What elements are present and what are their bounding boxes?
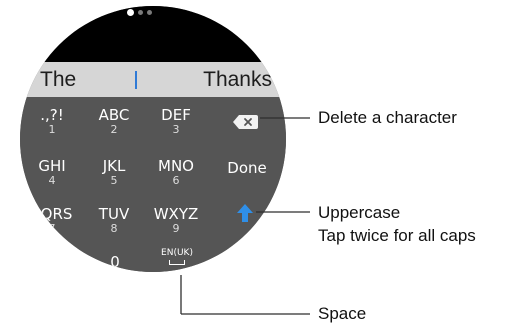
callout-lines — [180, 117, 310, 315]
uppercase-hint-callout: Tap twice for all caps — [318, 226, 476, 245]
delete-callout: Delete a character — [318, 108, 457, 127]
uppercase-callout: Uppercase — [318, 203, 401, 222]
space-callout: Space — [318, 304, 367, 323]
